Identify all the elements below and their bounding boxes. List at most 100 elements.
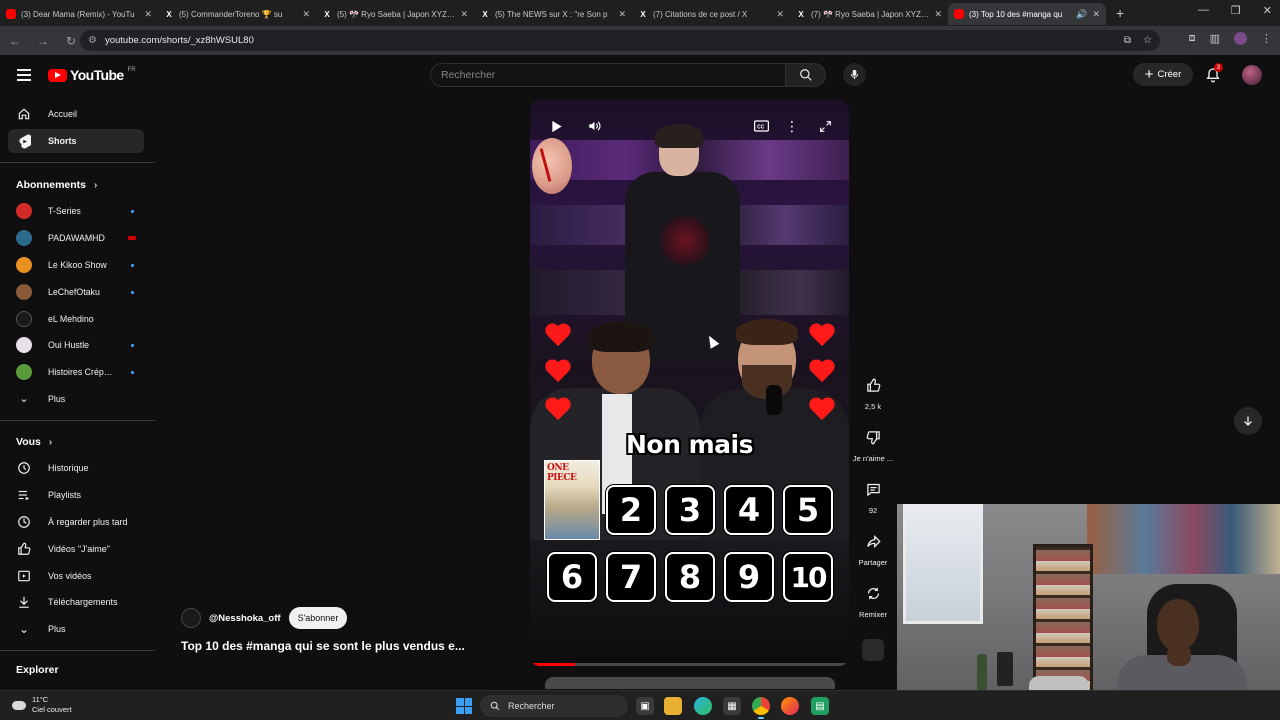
close-icon[interactable]: ✕ (460, 9, 468, 20)
play-button[interactable] (547, 116, 567, 136)
chevron-right-icon: › (48, 436, 53, 448)
sidebar-item-home[interactable]: Accueil (8, 102, 144, 126)
app-icon[interactable]: ▤ (811, 697, 829, 715)
subscription-item[interactable]: PADAWAMHD (8, 226, 144, 250)
sidebar-item-your-videos[interactable]: Vos vidéos (8, 564, 144, 588)
sidebar-item-watch-later[interactable]: À regarder plus tard (8, 510, 144, 534)
x-icon: X (482, 9, 488, 19)
remix-button[interactable] (858, 578, 888, 608)
sidebar-item-downloads[interactable]: Téléchargements (8, 590, 144, 614)
sidebar-item-shorts[interactable]: Shorts (8, 129, 144, 153)
subscription-item[interactable]: Oui Hustle (8, 333, 144, 357)
weather-widget[interactable]: 11°C Ciel couvert (12, 695, 72, 715)
close-window-icon[interactable]: ✕ (1263, 4, 1272, 17)
tab-title: (3) Dear Mama (Remix) - YouTu (21, 9, 135, 19)
sidebar-icon[interactable]: ▥ (1210, 32, 1220, 45)
sidebar-item-label: Historique (48, 463, 89, 473)
close-icon[interactable]: ✕ (618, 9, 626, 20)
shorts-player[interactable]: Non mais ONE PIECE 2 3 4 5 6 7 8 9 10 CC… (530, 100, 849, 666)
url-field[interactable]: ⚙ youtube.com/shorts/_xz8hWSUL80 ⧉ ☆ (80, 30, 1160, 51)
captions-button[interactable]: CC (751, 116, 771, 136)
forward-icon[interactable]: → (36, 34, 50, 48)
windows-start-icon[interactable] (456, 698, 472, 714)
more-options-icon[interactable]: ⋮ (782, 116, 802, 136)
browser-tab[interactable]: X (5) CommanderToreno 🏆 su ✕ (158, 3, 316, 25)
taskbar-search[interactable]: Rechercher (480, 695, 628, 717)
subscription-item[interactable]: T-Series (8, 199, 144, 223)
share-button[interactable] (858, 526, 888, 556)
channel-avatar[interactable] (181, 608, 201, 628)
browser-tab-active[interactable]: (3) Top 10 des #manga qu 🔊 ✕ (948, 3, 1106, 25)
browser-profile-avatar[interactable] (1234, 32, 1247, 45)
subscription-item[interactable]: Le Kikoo Show (8, 253, 144, 277)
install-icon[interactable]: ⧉ (1124, 35, 1131, 46)
subscriptions-heading[interactable]: Abonnements › (16, 179, 97, 191)
search-bar (430, 63, 826, 87)
create-button[interactable]: + Créer (1133, 63, 1193, 86)
sidebar-item-history[interactable]: Historique (8, 456, 144, 480)
new-content-dot (131, 263, 134, 267)
maximize-icon[interactable]: ❐ (1231, 4, 1241, 17)
bookmark-star-icon[interactable]: ☆ (1143, 35, 1152, 46)
video-progress-bar[interactable] (530, 663, 849, 666)
sidebar-item-playlists[interactable]: Playlists (8, 483, 144, 507)
sidebar-item-more[interactable]: ⌄ Plus (8, 617, 144, 641)
notifications-button[interactable]: 3 (1205, 63, 1223, 83)
task-view-icon[interactable]: ▣ (636, 697, 654, 715)
room-window (903, 504, 983, 624)
dislike-button[interactable] (858, 422, 888, 452)
browser-tab[interactable]: X (5) The NEWS sur X : "re Son p ✕ (474, 3, 632, 25)
close-icon[interactable]: ✕ (934, 9, 942, 20)
browser-tab[interactable]: X (5) 🎌 Ryo Saeba | Japon XYZ 🗼 ✕ (316, 3, 474, 25)
close-icon[interactable]: ✕ (302, 9, 310, 20)
firefox-icon[interactable] (781, 697, 799, 715)
minimize-icon[interactable]: — (1198, 4, 1209, 17)
manga-cover-image: ONE PIECE (544, 460, 600, 540)
browser-tab[interactable]: (3) Dear Mama (Remix) - YouTu ✕ (0, 3, 158, 25)
search-input[interactable] (430, 63, 787, 87)
site-info-icon[interactable]: ⚙ (88, 35, 97, 46)
subscription-item[interactable]: eL Mehdino (8, 307, 144, 331)
voice-search-button[interactable] (843, 63, 866, 86)
subscription-item[interactable]: Histoires Crépues (8, 360, 144, 384)
menu-icon[interactable] (17, 69, 31, 81)
close-icon[interactable]: ✕ (1092, 9, 1100, 20)
channel-name[interactable]: @Nesshoka_off (209, 613, 281, 624)
extensions-icon[interactable]: ⧈ (1189, 32, 1196, 45)
subscription-label: LeChefOtaku (48, 287, 100, 297)
close-icon[interactable]: ✕ (776, 9, 784, 20)
browser-menu-icon[interactable]: ⋮ (1261, 32, 1272, 45)
back-icon[interactable]: ← (8, 34, 22, 48)
subscribe-button[interactable]: S'abonner (288, 607, 348, 629)
next-short-preview[interactable] (545, 677, 835, 689)
youtube-logo[interactable]: YouTube FR (48, 67, 136, 83)
new-tab-button[interactable]: + (1116, 5, 1124, 21)
sound-thumbnail[interactable] (862, 639, 884, 661)
file-explorer-icon[interactable] (664, 697, 682, 715)
browser-tab[interactable]: X (7) 🎌 Ryo Saeba | Japon XYZ 🗼 ✕ (790, 3, 948, 25)
subscriptions-more[interactable]: ⌄ Plus (8, 387, 144, 411)
speaker-icon[interactable]: 🔊 (1076, 9, 1087, 20)
chrome-icon[interactable] (752, 697, 770, 719)
sidebar-item-liked-videos[interactable]: Vidéos "J'aime" (8, 537, 144, 561)
you-heading[interactable]: Vous › (16, 436, 52, 448)
close-icon[interactable]: ✕ (144, 9, 152, 20)
heading-label: Explorer (16, 664, 59, 676)
live-indicator (128, 236, 136, 240)
subscription-item[interactable]: LeChefOtaku (8, 280, 144, 304)
account-avatar[interactable] (1242, 65, 1262, 85)
search-button[interactable] (786, 63, 826, 87)
sidebar-item-label: Vidéos "J'aime" (48, 544, 110, 554)
comments-button[interactable] (858, 474, 888, 504)
next-short-button[interactable] (1234, 407, 1262, 435)
browser-tab[interactable]: X (7) Citations de ce post / X ✕ (632, 3, 790, 25)
edge-icon[interactable] (694, 697, 712, 715)
like-button[interactable] (858, 370, 888, 400)
webcam-overlay (897, 504, 1280, 720)
volume-button[interactable] (584, 116, 604, 136)
bookshelf (1033, 544, 1093, 694)
reload-icon[interactable]: ↻ (64, 34, 78, 48)
fullscreen-button[interactable] (815, 116, 835, 136)
short-title[interactable]: Top 10 des #manga qui se sont le plus ve… (181, 639, 465, 653)
store-icon[interactable]: ▦ (723, 697, 741, 715)
